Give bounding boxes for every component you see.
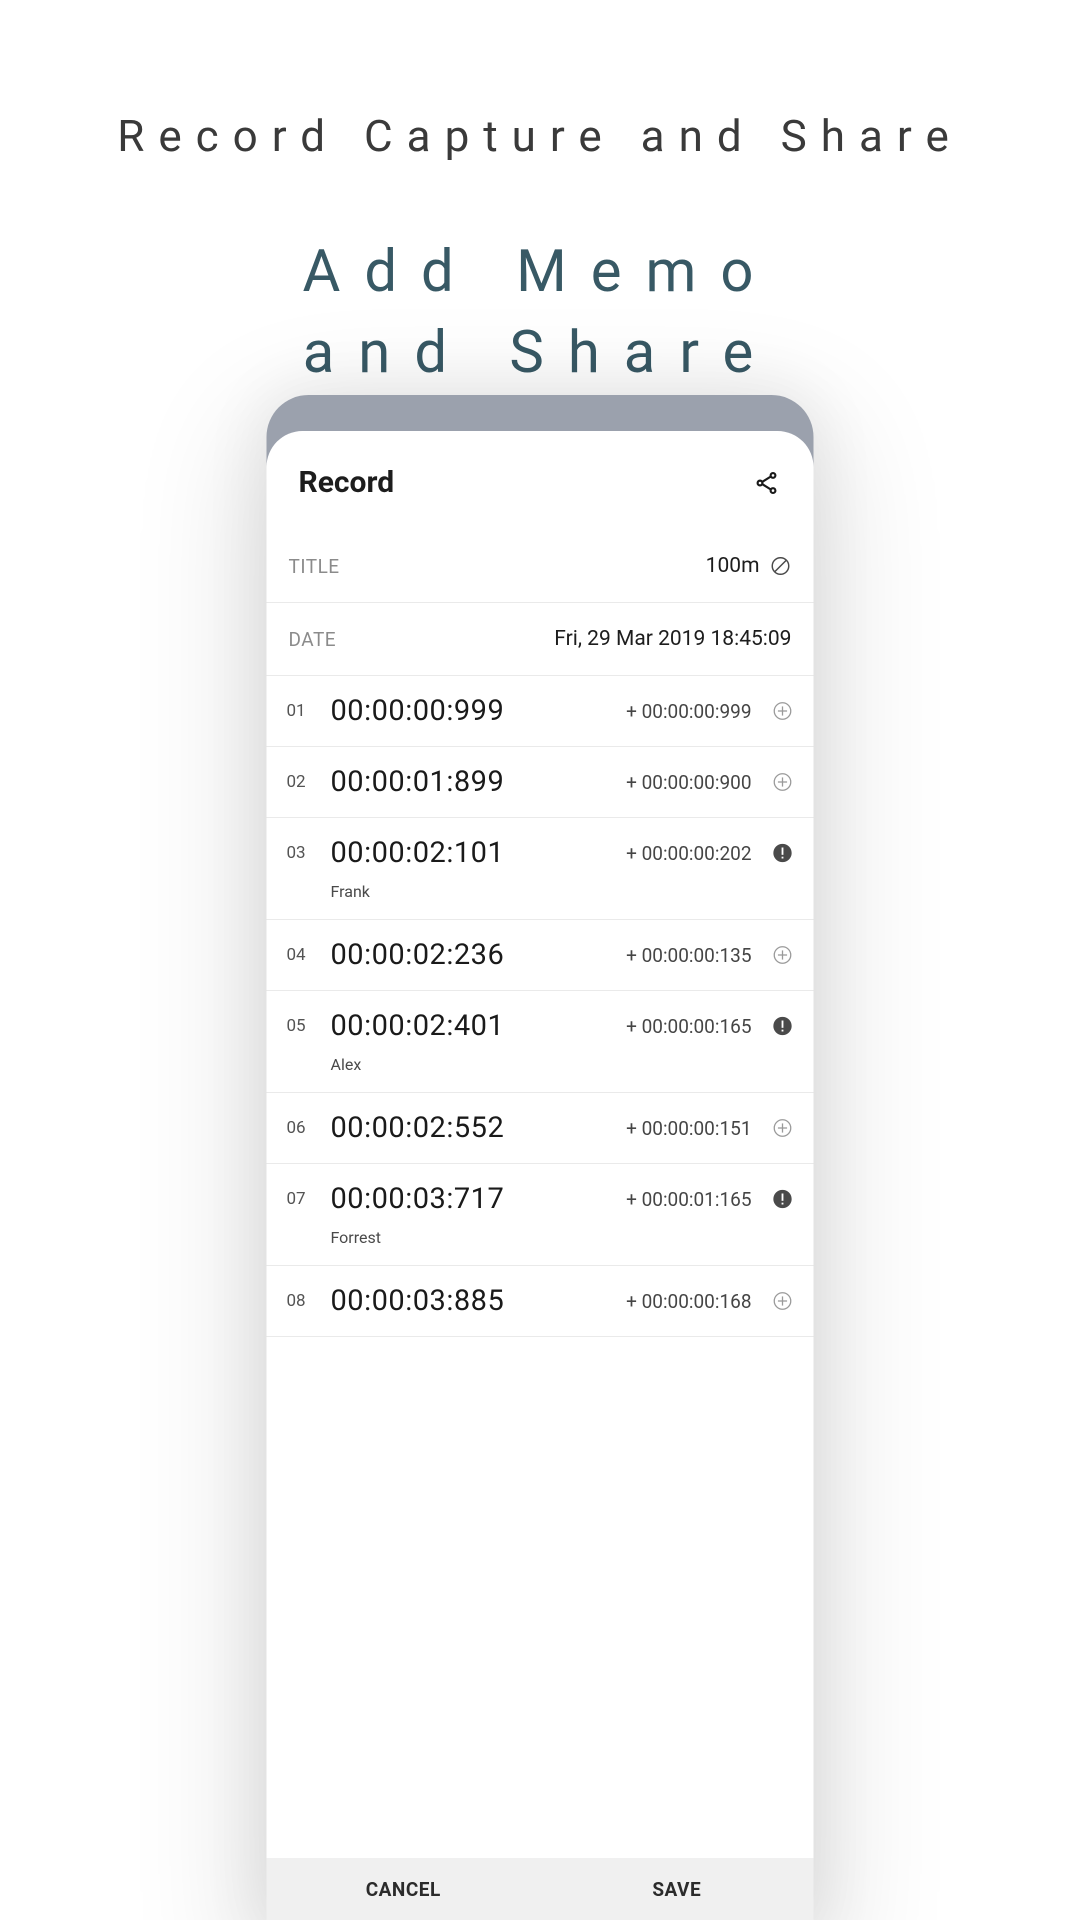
plus-circle-icon [772,771,794,793]
lap-split: + 00:00:00:165 [626,1015,751,1038]
add-memo-button[interactable] [772,700,794,722]
plus-circle-icon [772,1117,794,1139]
title-value: 100m [706,554,760,578]
share-icon [754,470,780,496]
lap-row[interactable]: 02 00:00:01:899 + 00:00:00:900 [267,747,814,818]
lap-row[interactable]: 01 00:00:00:999 + 00:00:00:999 [267,676,814,747]
date-row[interactable]: DATE Fri, 29 Mar 2019 18:45:09 [267,603,814,676]
lap-number: 01 [287,701,317,721]
date-label: DATE [289,628,337,651]
lap-memo: Forrest [331,1228,794,1247]
save-button[interactable]: SAVE [540,1858,814,1920]
add-memo-button[interactable] [772,944,794,966]
lap-number: 07 [287,1189,317,1209]
plus-circle-icon [772,1290,794,1312]
marketing-subtitle-line2: and Share [303,319,777,387]
lap-row[interactable]: 06 00:00:02:552 + 00:00:00:151 [267,1093,814,1164]
lap-time: 00:00:02:101 [331,836,613,870]
lap-split: + 00:00:00:202 [626,842,751,865]
lap-row[interactable]: 05 00:00:02:401 + 00:00:00:165 Alex [267,991,814,1093]
cancel-button[interactable]: CANCEL [267,1858,541,1920]
lap-number: 03 [287,843,317,863]
lap-number: 06 [287,1118,317,1138]
lap-time: 00:00:00:999 [331,694,613,728]
marketing-subtitle: Add Memo and Share [0,232,1080,394]
sheet-header: Record [267,431,814,530]
lap-row[interactable]: 04 00:00:02:236 + 00:00:00:135 [267,920,814,991]
lap-time: 00:00:03:717 [331,1182,613,1216]
add-memo-button[interactable] [772,1117,794,1139]
lap-time: 00:00:01:899 [331,765,613,799]
lap-split: + 00:00:00:168 [626,1290,751,1313]
lap-number: 08 [287,1291,317,1311]
lap-split: + 00:00:00:999 [626,700,751,723]
lap-memo: Frank [331,882,794,901]
lap-row[interactable]: 07 00:00:03:717 + 00:00:01:165 Forrest [267,1164,814,1266]
plus-circle-icon [772,700,794,722]
alert-circle-icon [772,1188,794,1210]
marketing-subtitle-line1: Add Memo [303,238,778,306]
lap-time: 00:00:03:885 [331,1284,613,1318]
lap-split: + 00:00:00:900 [626,771,751,794]
lap-split: + 00:00:01:165 [626,1188,751,1211]
lap-time: 00:00:02:236 [331,938,613,972]
lap-list[interactable]: 01 00:00:00:999 + 00:00:00:999 02 00:00:01:8… [267,676,814,1858]
share-button[interactable] [752,468,782,498]
date-value: Fri, 29 Mar 2019 18:45:09 [554,627,791,651]
add-memo-button[interactable] [772,771,794,793]
lap-memo: Alex [331,1055,794,1074]
title-row[interactable]: TITLE 100m [267,530,814,603]
memo-alert-button[interactable] [772,1188,794,1210]
marketing-title: Record Capture and Share [0,110,1080,162]
footer-actions: CANCEL SAVE [267,1858,814,1920]
lap-row[interactable]: 03 00:00:02:101 + 00:00:00:202 Frank [267,818,814,920]
lap-split: + 00:00:00:135 [626,944,751,967]
add-memo-button[interactable] [772,1290,794,1312]
block-icon [770,555,792,577]
alert-circle-icon [772,1015,794,1037]
lap-split: + 00:00:00:151 [626,1117,751,1140]
memo-alert-button[interactable] [772,842,794,864]
alert-circle-icon [772,842,794,864]
lap-time: 00:00:02:401 [331,1009,613,1043]
lap-row[interactable]: 08 00:00:03:885 + 00:00:00:168 [267,1266,814,1337]
record-sheet: Record TITLE 100m [267,431,814,1920]
title-label: TITLE [289,555,340,578]
sheet-title: Record [299,465,395,500]
plus-circle-icon [772,944,794,966]
lap-time: 00:00:02:552 [331,1111,613,1145]
lap-number: 04 [287,945,317,965]
memo-alert-button[interactable] [772,1015,794,1037]
phone-frame: Record TITLE 100m [267,395,814,1920]
lap-number: 05 [287,1016,317,1036]
lap-number: 02 [287,772,317,792]
